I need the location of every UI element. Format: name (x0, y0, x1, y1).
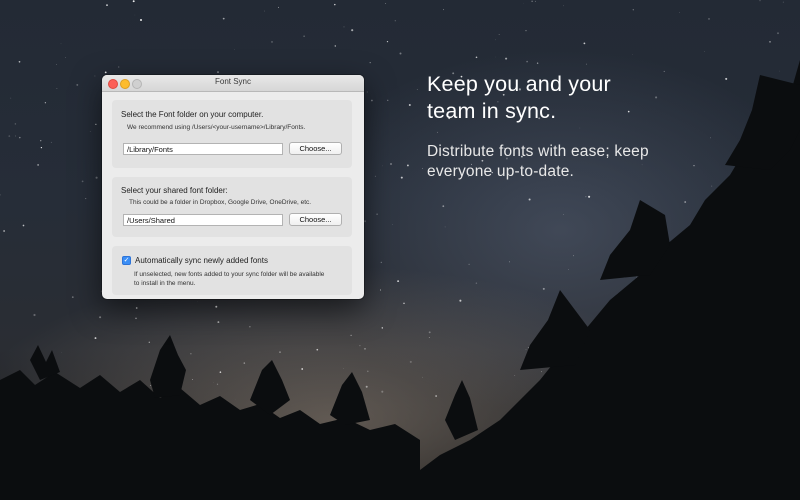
auto-sync-panel: ✓ Automatically sync newly added fonts I… (112, 246, 352, 295)
auto-sync-hint-line2: to install in the menu. (134, 280, 196, 287)
font-folder-path-field[interactable] (123, 143, 283, 155)
font-folder-panel: Select the Font folder on your computer.… (112, 100, 352, 168)
promo-subline: Distribute fonts with ease; keep everyon… (427, 142, 767, 182)
checkmark-icon: ✓ (123, 257, 130, 264)
font-folder-label: Select the Font folder on your computer. (121, 110, 264, 119)
choose-font-folder-button[interactable]: Choose... (289, 142, 342, 155)
font-sync-window: Font Sync Select the Font folder on your… (102, 75, 364, 299)
auto-sync-hint-line1: If unselected, new fonts added to your s… (134, 271, 325, 278)
shared-folder-path-field[interactable] (123, 214, 283, 226)
shared-folder-hint: This could be a folder in Dropbox, Googl… (129, 199, 312, 206)
choose-shared-folder-button[interactable]: Choose... (289, 213, 342, 226)
promo-headline-line2: team in sync. (427, 99, 557, 123)
window-title: Font Sync (214, 77, 251, 86)
auto-sync-label[interactable]: Automatically sync newly added fonts (135, 256, 268, 265)
promo-headline: Keep you and your team in sync. (427, 71, 767, 125)
promo-headline-line1: Keep you and your (427, 72, 611, 96)
font-folder-hint: We recommend using /Users/<your-username… (127, 124, 306, 131)
title-bar: Font Sync (102, 75, 364, 92)
shared-folder-label: Select your shared font folder: (121, 186, 228, 195)
auto-sync-checkbox[interactable]: ✓ (122, 256, 131, 265)
shared-folder-panel: Select your shared font folder: This cou… (112, 177, 352, 237)
promo-subline-line1: Distribute fonts with ease; keep (427, 143, 649, 160)
promo-subline-line2: everyone up-to-date. (427, 163, 575, 180)
